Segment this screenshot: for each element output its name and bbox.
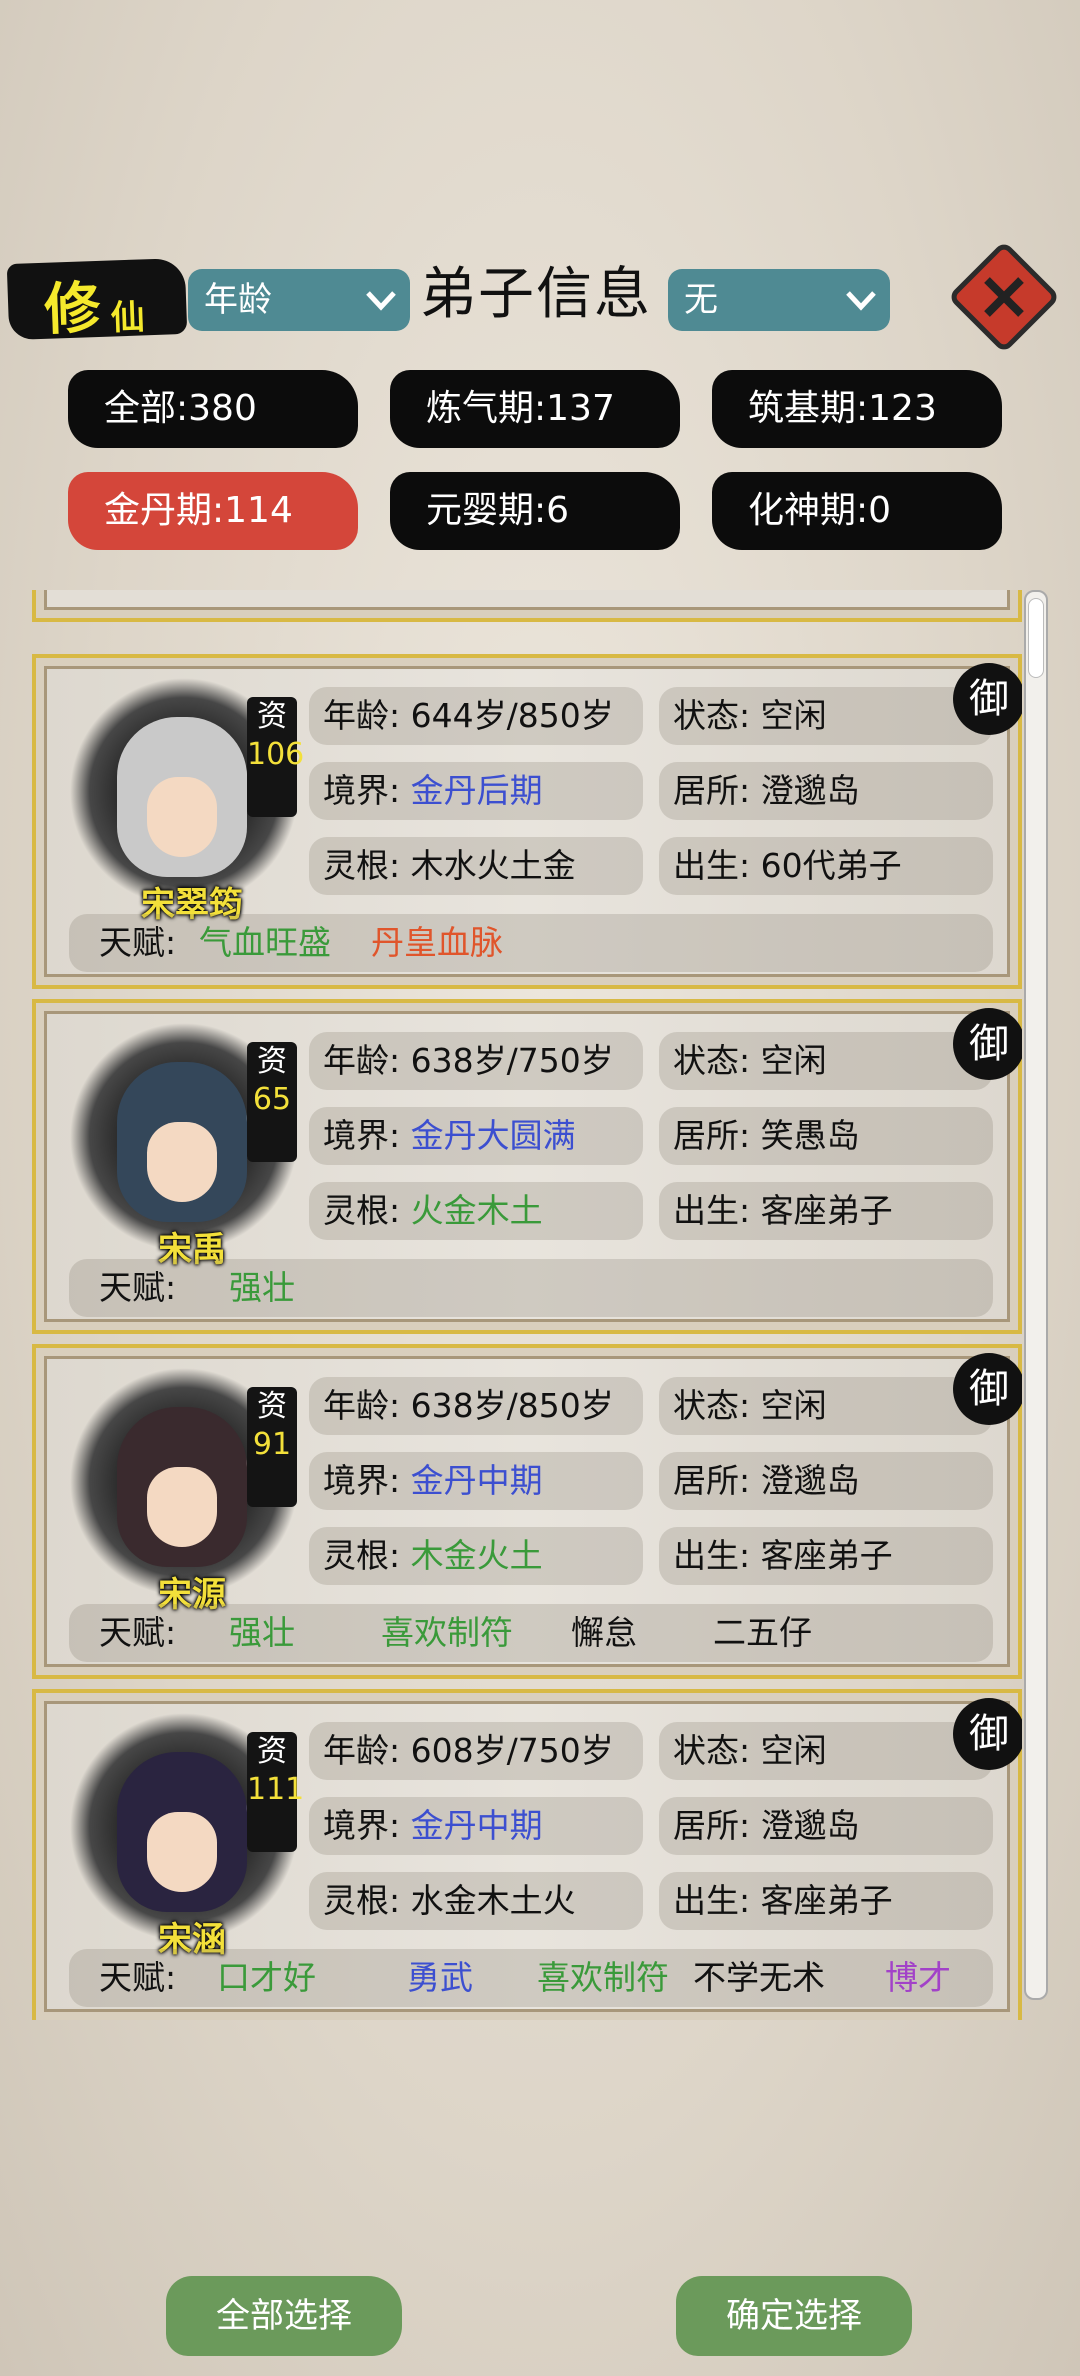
spirit-root-field: 灵根: 木金火土: [309, 1527, 643, 1585]
realm-field: 境界: 金丹中期: [309, 1797, 643, 1855]
header: 修 仙 年龄 弟子信息 无: [0, 240, 1080, 355]
residence-field: 居所: 澄邈岛: [659, 1452, 993, 1510]
talent-tag: 勇武: [407, 1958, 473, 1997]
sort-select-value: 年龄: [204, 280, 272, 320]
talent-bar: 天赋: 强壮 喜欢制符 懈怠 二五仔: [69, 1604, 993, 1662]
seal-icon[interactable]: 御: [953, 1698, 1022, 1770]
aptitude-tag: 资 91: [247, 1387, 297, 1507]
status-field: 状态: 空闲: [659, 1377, 993, 1435]
close-icon: [984, 277, 1024, 317]
talent-tag: 气血旺盛: [199, 923, 331, 962]
aptitude-tag: 资 111: [247, 1732, 305, 1852]
filter-spirit-transformation[interactable]: 化神期:0: [712, 472, 1002, 550]
filter-select[interactable]: 无: [668, 269, 890, 331]
spirit-root-field: 灵根: 水金木土火: [309, 1872, 643, 1930]
talent-bar: 天赋: 气血旺盛 丹皇血脉: [69, 914, 993, 972]
age-field: 年龄: 644岁/850岁: [309, 687, 643, 745]
disciple-card[interactable]: 资 106 宋翠筠 年龄: 644岁/850岁 状态: 空闲 境界: 金丹后期 …: [32, 654, 1022, 989]
birth-field: 出生: 客座弟子: [659, 1527, 993, 1585]
scrollbar[interactable]: [1024, 590, 1048, 2000]
seal-icon[interactable]: 御: [953, 663, 1022, 735]
sort-select[interactable]: 年龄: [188, 269, 410, 331]
talent-tag: 丹皇血脉: [371, 923, 503, 962]
age-field: 年龄: 608岁/750岁: [309, 1722, 643, 1780]
disciple-card[interactable]: 资 91 宋源 年龄: 638岁/850岁 状态: 空闲 境界: 金丹中期 居所…: [32, 1344, 1022, 1679]
aptitude-value: 65: [252, 1082, 292, 1117]
talent-tag: 懈怠: [571, 1613, 637, 1652]
filter-qi-refining[interactable]: 炼气期:137: [390, 370, 680, 448]
aptitude-value: 91: [252, 1427, 292, 1462]
filter-foundation[interactable]: 筑基期:123: [712, 370, 1002, 448]
chevron-down-icon: [846, 291, 876, 311]
seal-icon[interactable]: 御: [953, 1353, 1022, 1425]
aptitude-value: 106: [247, 737, 305, 772]
residence-field: 居所: 澄邈岛: [659, 1797, 993, 1855]
status-field: 状态: 空闲: [659, 687, 993, 745]
age-field: 年龄: 638岁/750岁: [309, 1032, 643, 1090]
residence-field: 居所: 澄邈岛: [659, 762, 993, 820]
logo-text-big: 修: [43, 274, 102, 343]
disciple-list[interactable]: 资 106 宋翠筠 年龄: 644岁/850岁 状态: 空闲 境界: 金丹后期 …: [32, 590, 1022, 2020]
talent-tag: 口才好: [217, 1958, 316, 1997]
aptitude-tag: 资 106: [247, 697, 305, 817]
chevron-down-icon: [366, 291, 396, 311]
birth-field: 出生: 客座弟子: [659, 1872, 993, 1930]
talent-tag: 喜欢制符: [537, 1958, 669, 1997]
talent-bar: 天赋: 强壮: [69, 1259, 993, 1317]
filter-golden-core[interactable]: 金丹期:114: [68, 472, 358, 550]
realm-field: 境界: 金丹大圆满: [309, 1107, 643, 1165]
talent-tag: 强壮: [229, 1613, 295, 1652]
confirm-selection-button[interactable]: 确定选择: [676, 2276, 912, 2356]
status-field: 状态: 空闲: [659, 1722, 993, 1780]
filter-nascent-soul[interactable]: 元婴期:6: [390, 472, 680, 550]
age-field: 年龄: 638岁/850岁: [309, 1377, 643, 1435]
close-button[interactable]: [947, 240, 1061, 354]
talent-bar: 天赋: 口才好 勇武 喜欢制符 不学无术 博才: [69, 1949, 993, 2007]
realm-field: 境界: 金丹后期: [309, 762, 643, 820]
birth-field: 出生: 60代弟子: [659, 837, 993, 895]
aptitude-tag: 资 65: [247, 1042, 297, 1162]
seal-icon[interactable]: 御: [953, 1008, 1022, 1080]
talent-tag: 二五仔: [713, 1613, 812, 1652]
disciple-card[interactable]: 资 111 宋涵 年龄: 608岁/750岁 状态: 空闲 境界: 金丹中期 居…: [32, 1689, 1022, 2020]
scrollbar-thumb[interactable]: [1028, 598, 1044, 678]
status-field: 状态: 空闲: [659, 1032, 993, 1090]
residence-field: 居所: 笑愚岛: [659, 1107, 993, 1165]
game-logo: 修 仙: [6, 257, 188, 343]
select-all-button[interactable]: 全部选择: [166, 2276, 402, 2356]
spirit-root-field: 灵根: 火金木土: [309, 1182, 643, 1240]
talent-tag: 强壮: [229, 1268, 295, 1307]
disciple-card[interactable]: 资 65 宋禹 年龄: 638岁/750岁 状态: 空闲 境界: 金丹大圆满 居…: [32, 999, 1022, 1334]
spirit-root-field: 灵根: 木水火土金: [309, 837, 643, 895]
filter-all[interactable]: 全部:380: [68, 370, 358, 448]
talent-tag: 博才: [885, 1958, 951, 1997]
talent-tag: 不学无术: [693, 1958, 825, 1997]
aptitude-value: 111: [247, 1772, 305, 1807]
filter-select-value: 无: [684, 280, 718, 320]
page-title: 弟子信息: [420, 262, 652, 327]
realm-field: 境界: 金丹中期: [309, 1452, 643, 1510]
partial-card: [32, 590, 1022, 622]
logo-text-small: 仙: [109, 297, 146, 339]
talent-tag: 喜欢制符: [381, 1613, 513, 1652]
birth-field: 出生: 客座弟子: [659, 1182, 993, 1240]
